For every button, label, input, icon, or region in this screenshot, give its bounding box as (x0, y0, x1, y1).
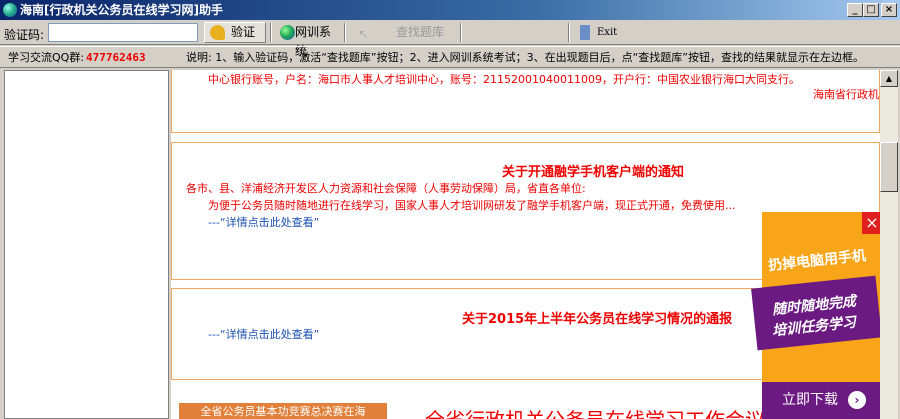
headline[interactable]: 全省行政机关公务员在线学习工作会议在海 (425, 404, 805, 419)
signature: 海南省行政机 (813, 88, 879, 101)
qq-label: 学习交流QQ群: (8, 51, 85, 64)
chevron-right-icon: › (848, 391, 866, 409)
ad-line1: 扔掉电脑用手机 (767, 247, 867, 275)
news-card: 中心银行账号，户名：海口市人事人才培训中心，账号：211520010400110… (171, 70, 880, 133)
search-bank-button[interactable]: ↖ 查找题库 (350, 22, 460, 43)
key-icon (210, 25, 225, 40)
info-bar: 学习交流QQ群: 477762463 说明: 1、输入验证码，激活“查找题库”按… (0, 46, 900, 68)
close-button[interactable]: × (881, 3, 897, 17)
toolbar: 验证码: 验证 网训系统 ↖ 查找题库 Exit (0, 20, 900, 58)
verify-button[interactable]: 验证 (204, 22, 266, 43)
details-link[interactable]: ---“详情点击此处查看” (208, 214, 319, 230)
exit-door-icon (580, 25, 590, 40)
verify-label: 验证 (231, 25, 256, 39)
qq-number: 477762463 (86, 51, 146, 64)
globe-icon (280, 25, 295, 40)
separator (270, 23, 272, 42)
results-panel[interactable] (4, 70, 169, 419)
news-body: 为便于公务员随时随地进行在线学习，国家人事人才培训网研发了融学手机客户端，现正式… (208, 199, 736, 212)
separator (344, 23, 346, 42)
scroll-up-button[interactable]: ▲ (880, 70, 898, 87)
news-title[interactable]: 关于开通融学手机客户端的通知 (502, 161, 684, 180)
exit-label: Exit (597, 27, 618, 38)
instructions: 说明: 1、输入验证码，激活“查找题库”按钮；2、进入网训系统考试；3、在出现题… (186, 51, 864, 64)
app-download-ad[interactable]: × 扔掉电脑用手机 随时随地完成 培训任务学习 立即下载 › (751, 212, 882, 419)
separator (568, 23, 570, 42)
ad-close-button[interactable]: × (862, 212, 882, 234)
details-link[interactable]: ---“详情点击此处查看” (208, 326, 319, 342)
window-title: 海南[行政机关公务员在线学习网]助手 (20, 3, 223, 17)
download-label: 立即下载 (782, 392, 838, 408)
news-banner[interactable]: 全省公务员基本功竞赛总决赛在海 (179, 403, 387, 419)
app-globe-icon (3, 3, 17, 17)
system-button[interactable]: 网训系统 (274, 22, 340, 58)
maximize-button[interactable]: □ (863, 3, 879, 17)
vertical-scrollbar[interactable]: ▲ (880, 70, 898, 419)
scroll-thumb[interactable] (880, 142, 898, 192)
ad-download-button[interactable]: 立即下载 › (762, 382, 882, 419)
news-greeting: 各市、县、洋浦经济开发区人力资源和社会保障（人事劳动保障）局，省直各单位: (186, 182, 586, 195)
minimize-button[interactable]: _ (847, 3, 863, 17)
code-label: 验证码: (4, 28, 45, 42)
separator (460, 23, 462, 42)
search-label: 查找题库 (395, 25, 444, 39)
pointer-icon: ↖ (358, 27, 369, 41)
account-text: 中心银行账号，户名：海口市人事人才培训中心，账号：211520010400110… (208, 73, 800, 86)
title-bar: 海南[行政机关公务员在线学习网]助手 _ □ × (0, 0, 900, 20)
code-input[interactable] (48, 23, 198, 42)
news-title[interactable]: 关于2015年上半年公务员在线学习情况的通报 (462, 308, 732, 327)
exit-button[interactable]: Exit (574, 22, 624, 43)
